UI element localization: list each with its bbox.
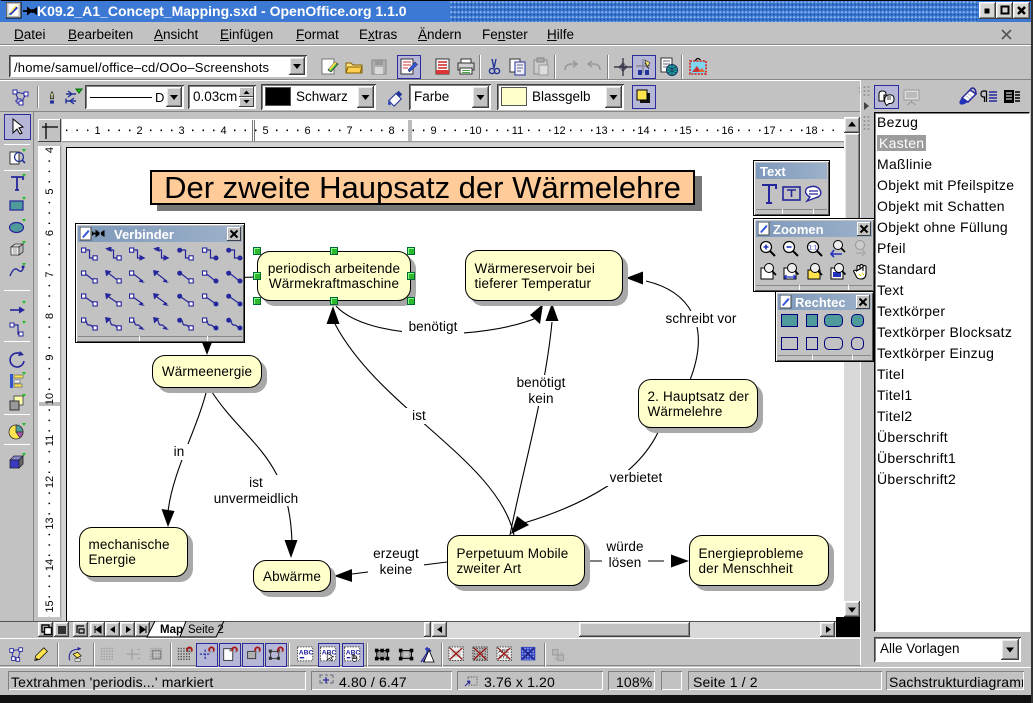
svg-text:4: 4 <box>44 147 56 153</box>
svg-text:14: 14 <box>44 559 56 571</box>
svg-text:13: 13 <box>595 125 607 137</box>
svg-text:14: 14 <box>637 125 649 137</box>
svg-text:5: 5 <box>262 125 268 137</box>
svg-text:9: 9 <box>430 125 436 137</box>
svg-text:11: 11 <box>512 125 523 137</box>
svg-text:6: 6 <box>304 125 310 137</box>
svg-text:12: 12 <box>553 125 565 137</box>
svg-text:8: 8 <box>44 313 56 319</box>
svg-text:18: 18 <box>805 125 817 137</box>
svg-text:17: 17 <box>763 125 775 137</box>
svg-text:Seite 2: Seite 2 <box>188 624 224 636</box>
svg-text:6: 6 <box>44 230 56 236</box>
svg-text:12: 12 <box>44 476 56 488</box>
svg-text:15: 15 <box>679 125 691 137</box>
svg-text:13: 13 <box>44 517 56 529</box>
svg-text:2: 2 <box>136 125 142 137</box>
svg-text:15: 15 <box>44 600 56 612</box>
svg-text:Map: Map <box>160 624 183 636</box>
svg-text:7: 7 <box>346 125 352 137</box>
svg-text:8: 8 <box>388 125 394 137</box>
svg-text:10: 10 <box>469 125 481 137</box>
svg-text:3: 3 <box>178 125 184 137</box>
svg-text:9: 9 <box>44 354 56 360</box>
svg-text:7: 7 <box>44 271 56 277</box>
svg-text:4: 4 <box>220 125 226 137</box>
svg-text:5: 5 <box>44 188 56 194</box>
svg-text:11: 11 <box>44 435 56 446</box>
svg-text:ABC: ABC <box>299 650 314 657</box>
svg-text:1: 1 <box>94 125 100 137</box>
svg-text:16: 16 <box>721 125 733 137</box>
svg-text:1:1: 1:1 <box>808 245 817 252</box>
